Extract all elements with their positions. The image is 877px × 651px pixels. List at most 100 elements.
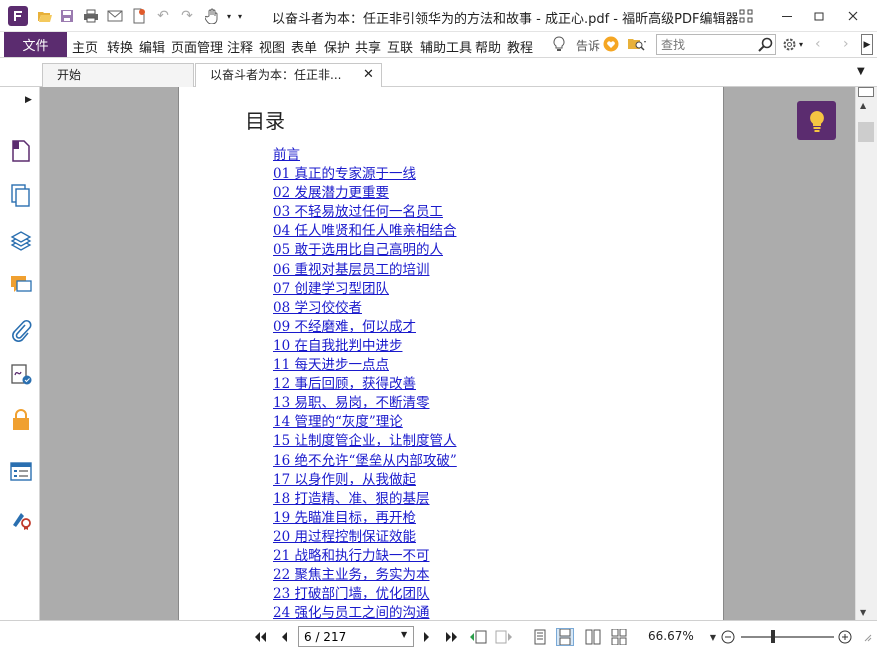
toc-link[interactable]: 15 让制度管企业，让制度管人 <box>273 433 456 449</box>
comments-icon[interactable] <box>10 273 32 297</box>
minimize-icon[interactable] <box>776 6 798 26</box>
toc-link[interactable]: 12 事后回顾，获得改善 <box>273 376 416 392</box>
toc-link[interactable]: 05 敢于选用比自己高明的人 <box>273 242 443 258</box>
pages-icon[interactable] <box>10 184 32 208</box>
zoom-slider-track[interactable] <box>741 636 834 638</box>
tab-document[interactable]: 以奋斗者为本：任正非... ✕ <box>195 63 382 88</box>
page-number-field[interactable]: ▼ <box>298 626 414 647</box>
open-folder-icon[interactable] <box>36 7 54 25</box>
toc-link[interactable]: 08 学习佼佼者 <box>273 300 362 316</box>
zoom-level[interactable]: 66.67% <box>648 629 694 643</box>
next-view-icon[interactable] <box>495 628 513 646</box>
menu-accessibility[interactable]: 辅助工具 <box>420 37 472 56</box>
save-icon[interactable] <box>58 7 76 25</box>
menu-tutorial[interactable]: 教程 <box>507 37 533 56</box>
vertical-scrollbar[interactable]: ▲ ▼ <box>855 87 877 620</box>
certificate-icon[interactable] <box>10 507 32 531</box>
toc-link[interactable]: 03 不轻易放过任何一名员工 <box>273 204 443 220</box>
new-document-icon[interactable] <box>130 7 148 25</box>
print-icon[interactable] <box>82 7 100 25</box>
toc-link[interactable]: 14 管理的“灰度”理论 <box>273 414 403 430</box>
lightbulb-icon[interactable] <box>552 36 566 56</box>
tips-lightbulb-button[interactable] <box>797 101 836 140</box>
menu-home[interactable]: 主页 <box>72 37 98 56</box>
file-menu-button[interactable]: 文件 <box>4 32 67 57</box>
toc-link[interactable]: 16 绝不允许“堡垒从内部攻破” <box>273 453 457 469</box>
undo-icon[interactable]: ↶ <box>154 7 172 25</box>
menu-form[interactable]: 表单 <box>291 37 317 56</box>
email-icon[interactable] <box>106 7 124 25</box>
last-page-icon[interactable] <box>443 628 461 646</box>
tab-start[interactable]: 开始 <box>42 63 194 87</box>
facing-view-icon[interactable] <box>584 628 602 646</box>
toc-link[interactable]: 21 战略和执行力缺一不可 <box>273 548 429 564</box>
restore-icon[interactable] <box>808 6 830 26</box>
hand-tool-icon[interactable] <box>203 7 221 25</box>
toc-link[interactable]: 10 在自我批判中进步 <box>273 338 402 354</box>
search-icon[interactable] <box>758 37 773 56</box>
document-viewport[interactable]: 目录 前言 01 真正的专家源于一线 02 发展潜力更重要 03 不轻易放过任何一名员… <box>40 87 855 620</box>
redo-icon[interactable]: ↷ <box>178 7 196 25</box>
zoom-out-icon[interactable] <box>719 628 737 646</box>
form-fields-icon[interactable] <box>10 460 32 484</box>
customize-toolbar-icon[interactable]: ▾ <box>231 7 249 25</box>
toc-link[interactable]: 24 强化与员工之间的沟通 <box>273 605 429 620</box>
toc-link[interactable]: 19 先瞄准目标，再开枪 <box>273 510 416 526</box>
continuous-view-icon[interactable] <box>556 628 574 646</box>
menu-page-manage[interactable]: 页面管理 <box>171 37 223 56</box>
close-tab-icon[interactable]: ✕ <box>363 64 374 86</box>
nav-back-icon[interactable]: ‹ <box>815 36 821 52</box>
menu-share[interactable]: 共享 <box>355 37 381 56</box>
search-input[interactable] <box>657 35 757 54</box>
toc-link[interactable]: 17 以身作则，从我做起 <box>273 472 416 488</box>
previous-page-icon[interactable] <box>275 628 293 646</box>
next-page-icon[interactable] <box>418 628 436 646</box>
toc-link[interactable]: 13 易职、易岗，不断清零 <box>273 395 429 411</box>
page-dropdown-icon[interactable]: ▼ <box>401 630 407 639</box>
toc-link[interactable]: 04 任人唯贤和任人唯亲相结合 <box>273 223 456 239</box>
previous-view-icon[interactable] <box>469 628 487 646</box>
toc-link[interactable]: 02 发展潜力更重要 <box>273 185 389 201</box>
menu-connect[interactable]: 互联 <box>387 37 413 56</box>
page-thumbnail-icon[interactable] <box>10 139 32 163</box>
close-window-icon[interactable] <box>842 6 864 26</box>
scroll-down-icon[interactable]: ▼ <box>860 608 866 617</box>
toc-link[interactable]: 11 每天进步一点点 <box>273 357 389 373</box>
scroll-up-icon[interactable]: ▲ <box>860 101 866 110</box>
toc-link[interactable]: 01 真正的专家源于一线 <box>273 166 416 182</box>
zoom-in-icon[interactable] <box>836 628 854 646</box>
menu-help[interactable]: 帮助 <box>475 37 501 56</box>
toc-link[interactable]: 23 打破部门墙，优化团队 <box>273 586 429 602</box>
settings-gear-icon[interactable] <box>782 37 797 56</box>
layers-icon[interactable] <box>10 229 32 253</box>
tab-list-dropdown-icon[interactable]: ▼ <box>857 66 865 77</box>
resize-grip-icon[interactable] <box>858 628 876 646</box>
signature-icon[interactable] <box>10 363 32 387</box>
expand-panel-icon[interactable]: ▶ <box>25 95 32 105</box>
scroll-thumb[interactable] <box>858 122 874 142</box>
first-page-icon[interactable] <box>251 628 269 646</box>
page-number-input[interactable] <box>299 627 395 646</box>
menu-edit[interactable]: 编辑 <box>139 37 165 56</box>
zoom-slider-thumb[interactable] <box>771 630 775 643</box>
ribbon-expand-button[interactable]: ▶ <box>861 34 873 55</box>
toc-link[interactable]: 前言 <box>273 147 300 163</box>
toc-link[interactable]: 06 重视对基层员工的培训 <box>273 262 429 278</box>
attachment-icon[interactable] <box>10 319 32 343</box>
menu-comment[interactable]: 注释 <box>227 37 253 56</box>
toc-link[interactable]: 18 打造精、准、狠的基层 <box>273 491 429 507</box>
feedback-heart-icon[interactable] <box>603 36 619 56</box>
search-box[interactable] <box>656 34 776 55</box>
single-page-view-icon[interactable] <box>531 628 549 646</box>
settings-dropdown-icon[interactable]: ▾ <box>799 40 803 49</box>
security-lock-icon[interactable] <box>10 408 32 432</box>
find-folder-icon[interactable] <box>627 37 647 55</box>
toc-link[interactable]: 07 创建学习型团队 <box>273 281 389 297</box>
layout-grid-icon[interactable] <box>735 6 757 26</box>
toc-link[interactable]: 09 不经磨难，何以成才 <box>273 319 416 335</box>
menu-convert[interactable]: 转换 <box>107 37 133 56</box>
toc-link[interactable]: 20 用过程控制保证效能 <box>273 529 416 545</box>
menu-view[interactable]: 视图 <box>259 37 285 56</box>
nav-forward-icon[interactable]: › <box>843 36 849 52</box>
menu-protect[interactable]: 保护 <box>324 37 350 56</box>
